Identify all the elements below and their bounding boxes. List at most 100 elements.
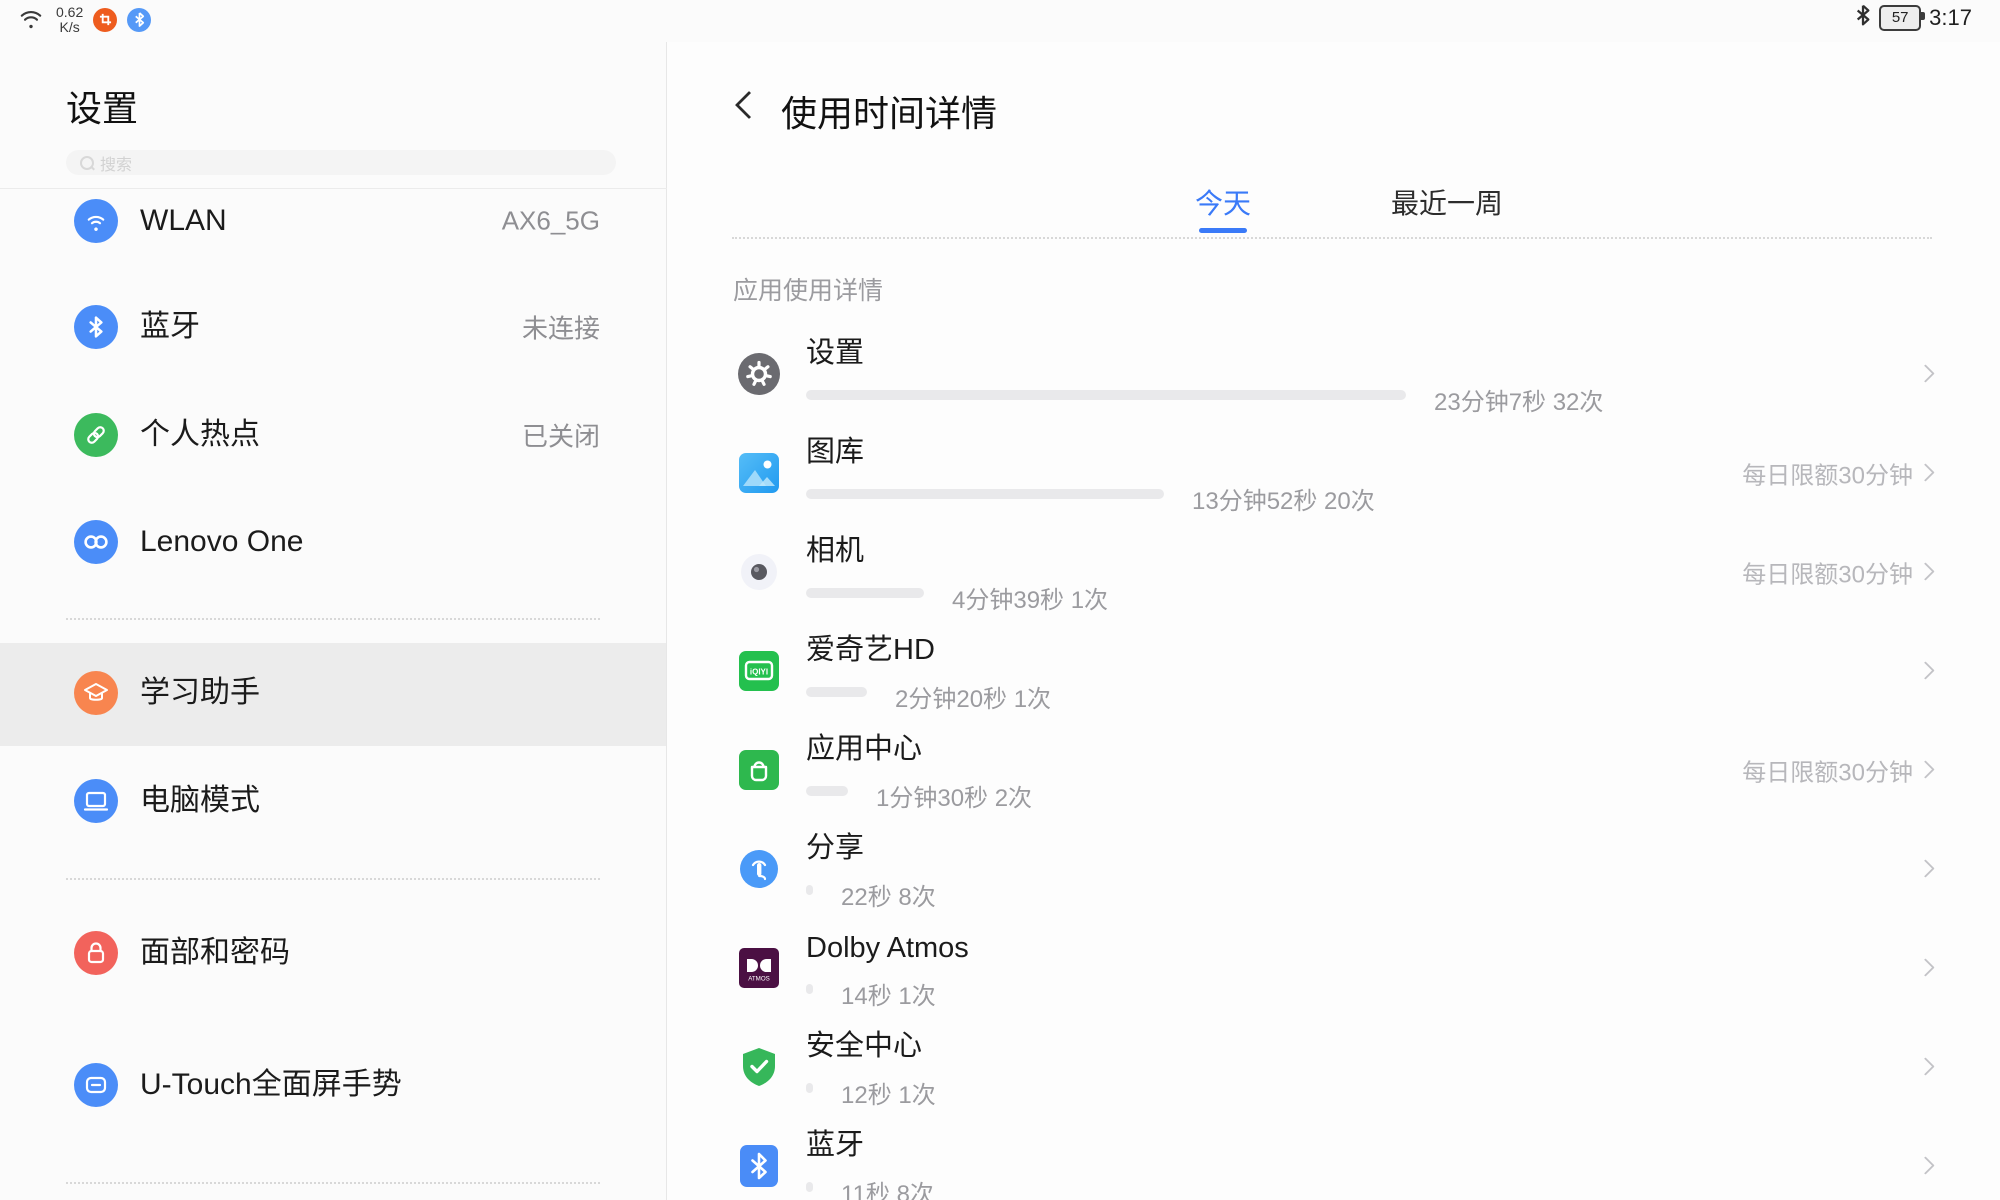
sidebar-item-lock[interactable]: 面部和密码: [0, 900, 666, 1006]
usage-progress-bar: [806, 885, 813, 895]
app-name: 蓝牙: [806, 1121, 864, 1163]
sidebar-item-label: 面部和密码: [140, 934, 440, 972]
bluetooth-square-icon: [737, 1144, 781, 1188]
tab-today[interactable]: 今天: [1190, 182, 1256, 222]
svg-text:iQIYI: iQIYI: [750, 667, 768, 676]
graduation-cap-icon: [74, 671, 118, 715]
hotspot-link-icon: [74, 413, 118, 457]
app-usage-row[interactable]: 相机 4分钟39秒 1次 每日限额30分钟: [667, 522, 2000, 621]
bluetooth-icon: [74, 305, 118, 349]
sidebar-item-infinity[interactable]: Lenovo One: [0, 489, 666, 595]
usage-text: 23分钟7秒 32次: [1434, 382, 1603, 417]
app-usage-row[interactable]: 设置 23分钟7秒 32次: [667, 324, 2000, 423]
utouch-screen-icon: [74, 1063, 118, 1107]
infinity-icon: [74, 520, 118, 564]
app-name: 图库: [806, 428, 864, 470]
app-name: 相机: [806, 527, 864, 569]
app-usage-row[interactable]: ATMOSDolby Atmos14秒 1次: [667, 918, 2000, 1017]
battery-level: 57: [1892, 9, 1909, 26]
app-name: 应用中心: [806, 725, 922, 767]
battery-icon: 57: [1879, 5, 1921, 31]
app-name: 分享: [806, 824, 864, 866]
section-header: 应用使用详情: [733, 271, 883, 307]
clock-time: 3:17: [1929, 5, 1972, 31]
security-shield-icon: [737, 1045, 781, 1089]
settings-gear-icon: [737, 352, 781, 396]
share-tap-icon: [737, 847, 781, 891]
tab-last-week[interactable]: 最近一周: [1385, 182, 1509, 222]
usage-progress-bar: [806, 390, 1406, 400]
app-name: 安全中心: [806, 1022, 922, 1064]
usage-progress-bar: [806, 984, 813, 994]
chevron-right-icon: [1916, 562, 1934, 580]
app-name: 设置: [806, 329, 864, 371]
usage-progress-bar: [806, 1182, 813, 1192]
app-usage-row[interactable]: 安全中心 12秒 1次: [667, 1017, 2000, 1116]
chevron-right-icon: [1916, 1057, 1934, 1075]
sidebar-item-hotspot-link[interactable]: 个人热点 已关闭: [0, 382, 666, 488]
usage-text: 12秒 1次: [841, 1075, 936, 1110]
status-bar: 0.62 K/s 57: [0, 0, 2000, 42]
usage-progress-bar: [806, 786, 848, 796]
wifi-status-icon: [18, 4, 44, 35]
laptop-icon: [74, 779, 118, 823]
app-center-bag-icon: [737, 748, 781, 792]
bluetooth-icon: [1855, 4, 1871, 31]
sidebar-section-divider: [66, 878, 600, 880]
app-usage-row[interactable]: 分享 22秒 8次: [667, 819, 2000, 918]
gallery-icon: [737, 451, 781, 495]
sidebar-item-label: 电脑模式: [140, 782, 440, 820]
svg-text:ATMOS: ATMOS: [748, 975, 770, 982]
chevron-right-icon: [1916, 364, 1934, 382]
back-button[interactable]: [735, 91, 763, 119]
daily-limit-label: 每日限额30分钟: [1742, 554, 1913, 589]
daily-limit-label: 每日限额30分钟: [1742, 455, 1913, 490]
wifi-icon: [74, 199, 118, 243]
usage-progress-bar: [806, 1083, 813, 1093]
app-usage-row[interactable]: 蓝牙 11秒 8次: [667, 1116, 2000, 1200]
sidebar-item-label: U-Touch全面屏手势: [140, 1066, 440, 1104]
usage-progress-bar: [806, 489, 1164, 499]
dolby-atmos-icon: ATMOS: [737, 946, 781, 990]
app-usage-row[interactable]: 图库 13分钟52秒 20次 每日限额30分钟: [667, 423, 2000, 522]
network-speed: 0.62 K/s: [56, 5, 83, 35]
sidebar-title: 设置: [66, 80, 138, 132]
iqiyi-icon: iQIYI: [737, 649, 781, 693]
sidebar-item-utouch-screen[interactable]: U-Touch全面屏手势: [0, 1032, 666, 1138]
sidebar-item-label: WLAN: [140, 202, 440, 240]
chevron-right-icon: [1916, 1156, 1934, 1174]
sidebar-item-graduation-cap[interactable]: 学习助手: [0, 640, 666, 746]
app-name: 爱奇艺HD: [806, 626, 935, 668]
active-tab-underline: [1199, 228, 1247, 233]
status-right-cluster: 57 3:17: [1855, 4, 1972, 31]
sidebar-item-wifi[interactable]: WLAN AX6_5G: [0, 168, 666, 274]
daily-limit-label: 每日限额30分钟: [1742, 752, 1913, 787]
chevron-right-icon: [1916, 859, 1934, 877]
chevron-right-icon: [1916, 760, 1934, 778]
page-title: 使用时间详情: [781, 85, 997, 137]
bluetooth-notification-icon: [127, 8, 151, 32]
sidebar-item-value: AX6_5G: [502, 206, 600, 237]
sidebar-item-value: 未连接: [522, 309, 600, 346]
sidebar-item-bluetooth[interactable]: 蓝牙 未连接: [0, 274, 666, 380]
sidebar-section-divider: [66, 1182, 600, 1184]
tabs-divider: [732, 237, 1932, 239]
usage-text: 13分钟52秒 20次: [1192, 481, 1375, 516]
sidebar-item-label: Lenovo One: [140, 523, 440, 561]
usage-text: 22秒 8次: [841, 877, 936, 912]
status-left-cluster: 0.62 K/s: [18, 4, 151, 35]
sidebar-item-laptop[interactable]: 电脑模式: [0, 748, 666, 854]
app-usage-row[interactable]: 应用中心 1分钟30秒 2次 每日限额30分钟: [667, 720, 2000, 819]
usage-text: 2分钟20秒 1次: [895, 679, 1051, 714]
app-usage-row[interactable]: iQIYI 爱奇艺HD 2分钟20秒 1次: [667, 621, 2000, 720]
chevron-right-icon: [1916, 958, 1934, 976]
sidebar-item-value: 已关闭: [522, 417, 600, 454]
usage-text: 11秒 8次: [841, 1174, 934, 1200]
sidebar-item-label: 学习助手: [140, 674, 440, 712]
sidebar-item-label: 个人热点: [140, 416, 440, 454]
sidebar-item-label: 蓝牙: [140, 308, 440, 346]
usage-text: 4分钟39秒 1次: [952, 580, 1108, 615]
screenshot-notification-icon: [93, 8, 117, 32]
camera-icon: [737, 550, 781, 594]
usage-text: 1分钟30秒 2次: [876, 778, 1032, 813]
